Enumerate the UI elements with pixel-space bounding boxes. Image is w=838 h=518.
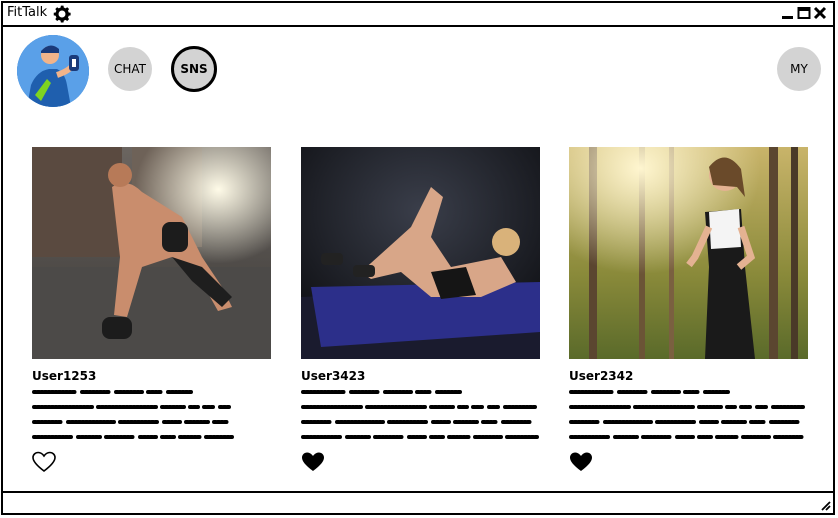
post-text-placeholder [32,390,234,439]
post-username[interactable]: User3423 [301,369,540,383]
resize-grip-icon[interactable] [819,499,831,511]
close-icon[interactable] [813,6,827,20]
gear-icon[interactable] [51,3,73,25]
post-photo[interactable] [301,147,540,359]
app-window: FitTalk CHAT SNS MY User1253 User3423 Us… [1,1,835,515]
like-heart-outline-icon[interactable] [32,451,56,473]
my-page-button[interactable]: MY [777,47,821,91]
like-heart-filled-icon[interactable] [569,451,593,473]
status-bar [3,491,833,513]
post-text-placeholder [569,390,805,439]
chat-tab-button[interactable]: CHAT [108,47,152,91]
post-text-placeholder [301,390,539,439]
like-heart-filled-icon[interactable] [301,451,325,473]
post-card[interactable]: User2342 [569,147,808,471]
post-photo[interactable] [569,147,808,359]
app-title: FitTalk [7,5,48,20]
avatar[interactable] [17,35,89,107]
post-card[interactable]: User1253 [32,147,271,473]
sns-tab-button[interactable]: SNS [171,46,217,92]
minimize-icon[interactable] [781,6,795,20]
maximize-icon[interactable] [797,6,811,20]
post-photo[interactable] [32,147,271,359]
post-card[interactable]: User3423 [301,147,540,471]
post-username[interactable]: User2342 [569,369,808,383]
fitness-avatar-icon [17,35,89,107]
title-bar: FitTalk [3,3,833,27]
post-username[interactable]: User1253 [32,369,271,383]
